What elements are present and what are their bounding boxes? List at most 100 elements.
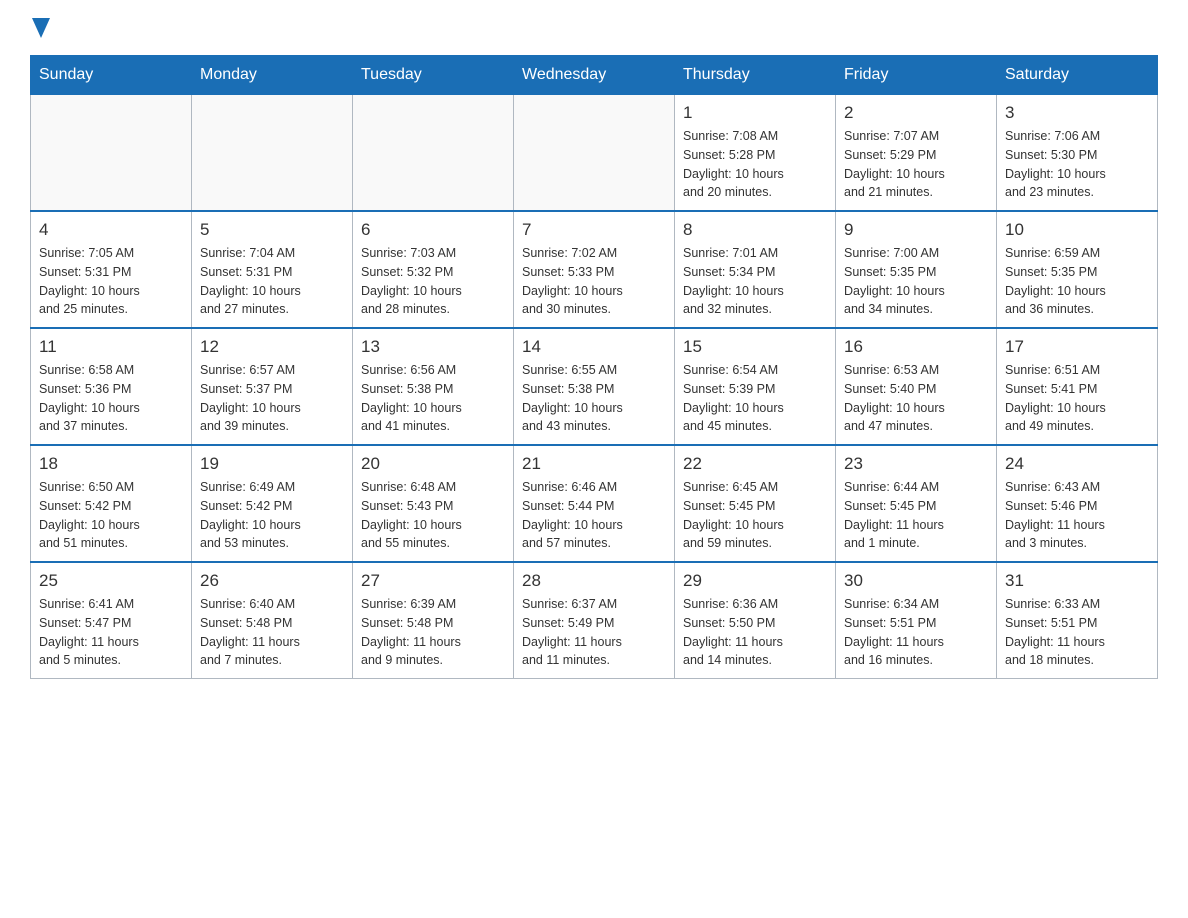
day-number: 22 [683,454,827,474]
calendar-day-cell: 11 Sunrise: 6:58 AM Sunset: 5:36 PM Dayli… [31,328,192,445]
day-info-text: Sunrise: 6:48 AM Sunset: 5:43 PM Dayligh… [361,478,505,553]
calendar-day-cell: 21 Sunrise: 6:46 AM Sunset: 5:44 PM Dayli… [514,445,675,562]
day-number: 23 [844,454,988,474]
calendar-header-row: SundayMondayTuesdayWednesdayThursdayFrid… [31,56,1158,95]
day-info-text: Sunrise: 7:02 AM Sunset: 5:33 PM Dayligh… [522,244,666,319]
calendar-day-cell: 27 Sunrise: 6:39 AM Sunset: 5:48 PM Dayli… [353,562,514,679]
day-info-text: Sunrise: 6:40 AM Sunset: 5:48 PM Dayligh… [200,595,344,670]
day-number: 17 [1005,337,1149,357]
day-number: 6 [361,220,505,240]
day-info-text: Sunrise: 6:37 AM Sunset: 5:49 PM Dayligh… [522,595,666,670]
weekday-header-wednesday: Wednesday [514,56,675,95]
day-info-text: Sunrise: 6:36 AM Sunset: 5:50 PM Dayligh… [683,595,827,670]
day-number: 15 [683,337,827,357]
day-info-text: Sunrise: 6:53 AM Sunset: 5:40 PM Dayligh… [844,361,988,436]
calendar-day-cell: 1 Sunrise: 7:08 AM Sunset: 5:28 PM Daylig… [675,95,836,212]
day-number: 29 [683,571,827,591]
day-info-text: Sunrise: 6:49 AM Sunset: 5:42 PM Dayligh… [200,478,344,553]
day-number: 30 [844,571,988,591]
day-number: 7 [522,220,666,240]
day-info-text: Sunrise: 6:59 AM Sunset: 5:35 PM Dayligh… [1005,244,1149,319]
calendar-week-row: 18Sunrise: 6:50 AM Sunset: 5:42 PM Dayli… [31,445,1158,562]
calendar-day-cell [31,95,192,212]
day-info-text: Sunrise: 6:51 AM Sunset: 5:41 PM Dayligh… [1005,361,1149,436]
day-number: 27 [361,571,505,591]
calendar-day-cell [514,95,675,212]
day-info-text: Sunrise: 6:44 AM Sunset: 5:45 PM Dayligh… [844,478,988,553]
calendar-day-cell: 17 Sunrise: 6:51 AM Sunset: 5:41 PM Dayli… [997,328,1158,445]
calendar-day-cell: 22 Sunrise: 6:45 AM Sunset: 5:45 PM Dayli… [675,445,836,562]
calendar-day-cell: 6Sunrise: 7:03 AM Sunset: 5:32 PM Daylig… [353,211,514,328]
day-number: 28 [522,571,666,591]
day-info-text: Sunrise: 7:06 AM Sunset: 5:30 PM Dayligh… [1005,127,1149,202]
calendar-day-cell: 19 Sunrise: 6:49 AM Sunset: 5:42 PM Dayli… [192,445,353,562]
logo [30,20,50,45]
day-number: 14 [522,337,666,357]
day-info-text: Sunrise: 7:04 AM Sunset: 5:31 PM Dayligh… [200,244,344,319]
day-info-text: Sunrise: 6:58 AM Sunset: 5:36 PM Dayligh… [39,361,183,436]
weekday-header-friday: Friday [836,56,997,95]
day-number: 2 [844,103,988,123]
calendar-day-cell: 8Sunrise: 7:01 AM Sunset: 5:34 PM Daylig… [675,211,836,328]
calendar-day-cell: 14Sunrise: 6:55 AM Sunset: 5:38 PM Dayli… [514,328,675,445]
day-info-text: Sunrise: 6:41 AM Sunset: 5:47 PM Dayligh… [39,595,183,670]
calendar-day-cell: 24 Sunrise: 6:43 AM Sunset: 5:46 PM Dayli… [997,445,1158,562]
calendar-day-cell: 7 Sunrise: 7:02 AM Sunset: 5:33 PM Daylig… [514,211,675,328]
day-number: 26 [200,571,344,591]
weekday-header-saturday: Saturday [997,56,1158,95]
day-number: 18 [39,454,183,474]
calendar-week-row: 25 Sunrise: 6:41 AM Sunset: 5:47 PM Dayli… [31,562,1158,679]
calendar-day-cell: 16 Sunrise: 6:53 AM Sunset: 5:40 PM Dayli… [836,328,997,445]
calendar-day-cell: 28 Sunrise: 6:37 AM Sunset: 5:49 PM Dayli… [514,562,675,679]
day-number: 3 [1005,103,1149,123]
day-info-text: Sunrise: 6:57 AM Sunset: 5:37 PM Dayligh… [200,361,344,436]
calendar-day-cell: 3 Sunrise: 7:06 AM Sunset: 5:30 PM Daylig… [997,95,1158,212]
day-info-text: Sunrise: 6:33 AM Sunset: 5:51 PM Dayligh… [1005,595,1149,670]
day-info-text: Sunrise: 6:54 AM Sunset: 5:39 PM Dayligh… [683,361,827,436]
day-number: 10 [1005,220,1149,240]
calendar-day-cell [192,95,353,212]
calendar-day-cell: 9 Sunrise: 7:00 AM Sunset: 5:35 PM Daylig… [836,211,997,328]
day-number: 20 [361,454,505,474]
day-number: 19 [200,454,344,474]
calendar-day-cell: 18Sunrise: 6:50 AM Sunset: 5:42 PM Dayli… [31,445,192,562]
calendar-week-row: 4Sunrise: 7:05 AM Sunset: 5:31 PM Daylig… [31,211,1158,328]
day-number: 12 [200,337,344,357]
day-info-text: Sunrise: 6:43 AM Sunset: 5:46 PM Dayligh… [1005,478,1149,553]
calendar-day-cell: 4Sunrise: 7:05 AM Sunset: 5:31 PM Daylig… [31,211,192,328]
weekday-header-monday: Monday [192,56,353,95]
day-info-text: Sunrise: 7:07 AM Sunset: 5:29 PM Dayligh… [844,127,988,202]
logo-arrow-icon [32,18,50,43]
weekday-header-sunday: Sunday [31,56,192,95]
day-info-text: Sunrise: 6:56 AM Sunset: 5:38 PM Dayligh… [361,361,505,436]
calendar-day-cell: 23 Sunrise: 6:44 AM Sunset: 5:45 PM Dayli… [836,445,997,562]
day-number: 1 [683,103,827,123]
calendar-day-cell: 5Sunrise: 7:04 AM Sunset: 5:31 PM Daylig… [192,211,353,328]
calendar-day-cell: 30Sunrise: 6:34 AM Sunset: 5:51 PM Dayli… [836,562,997,679]
day-info-text: Sunrise: 6:39 AM Sunset: 5:48 PM Dayligh… [361,595,505,670]
day-number: 21 [522,454,666,474]
calendar-week-row: 11 Sunrise: 6:58 AM Sunset: 5:36 PM Dayli… [31,328,1158,445]
day-number: 9 [844,220,988,240]
calendar-week-row: 1 Sunrise: 7:08 AM Sunset: 5:28 PM Daylig… [31,95,1158,212]
day-number: 16 [844,337,988,357]
day-number: 25 [39,571,183,591]
calendar-day-cell: 31Sunrise: 6:33 AM Sunset: 5:51 PM Dayli… [997,562,1158,679]
day-info-text: Sunrise: 6:45 AM Sunset: 5:45 PM Dayligh… [683,478,827,553]
calendar-day-cell: 20 Sunrise: 6:48 AM Sunset: 5:43 PM Dayli… [353,445,514,562]
weekday-header-thursday: Thursday [675,56,836,95]
calendar-table: SundayMondayTuesdayWednesdayThursdayFrid… [30,55,1158,679]
day-number: 24 [1005,454,1149,474]
day-number: 11 [39,337,183,357]
day-info-text: Sunrise: 7:08 AM Sunset: 5:28 PM Dayligh… [683,127,827,202]
day-info-text: Sunrise: 7:01 AM Sunset: 5:34 PM Dayligh… [683,244,827,319]
page-header [30,20,1158,45]
day-info-text: Sunrise: 6:46 AM Sunset: 5:44 PM Dayligh… [522,478,666,553]
calendar-day-cell: 26 Sunrise: 6:40 AM Sunset: 5:48 PM Dayli… [192,562,353,679]
day-number: 13 [361,337,505,357]
calendar-day-cell: 29 Sunrise: 6:36 AM Sunset: 5:50 PM Dayli… [675,562,836,679]
calendar-day-cell: 13 Sunrise: 6:56 AM Sunset: 5:38 PM Dayli… [353,328,514,445]
day-info-text: Sunrise: 7:00 AM Sunset: 5:35 PM Dayligh… [844,244,988,319]
day-number: 4 [39,220,183,240]
calendar-day-cell: 25 Sunrise: 6:41 AM Sunset: 5:47 PM Dayli… [31,562,192,679]
